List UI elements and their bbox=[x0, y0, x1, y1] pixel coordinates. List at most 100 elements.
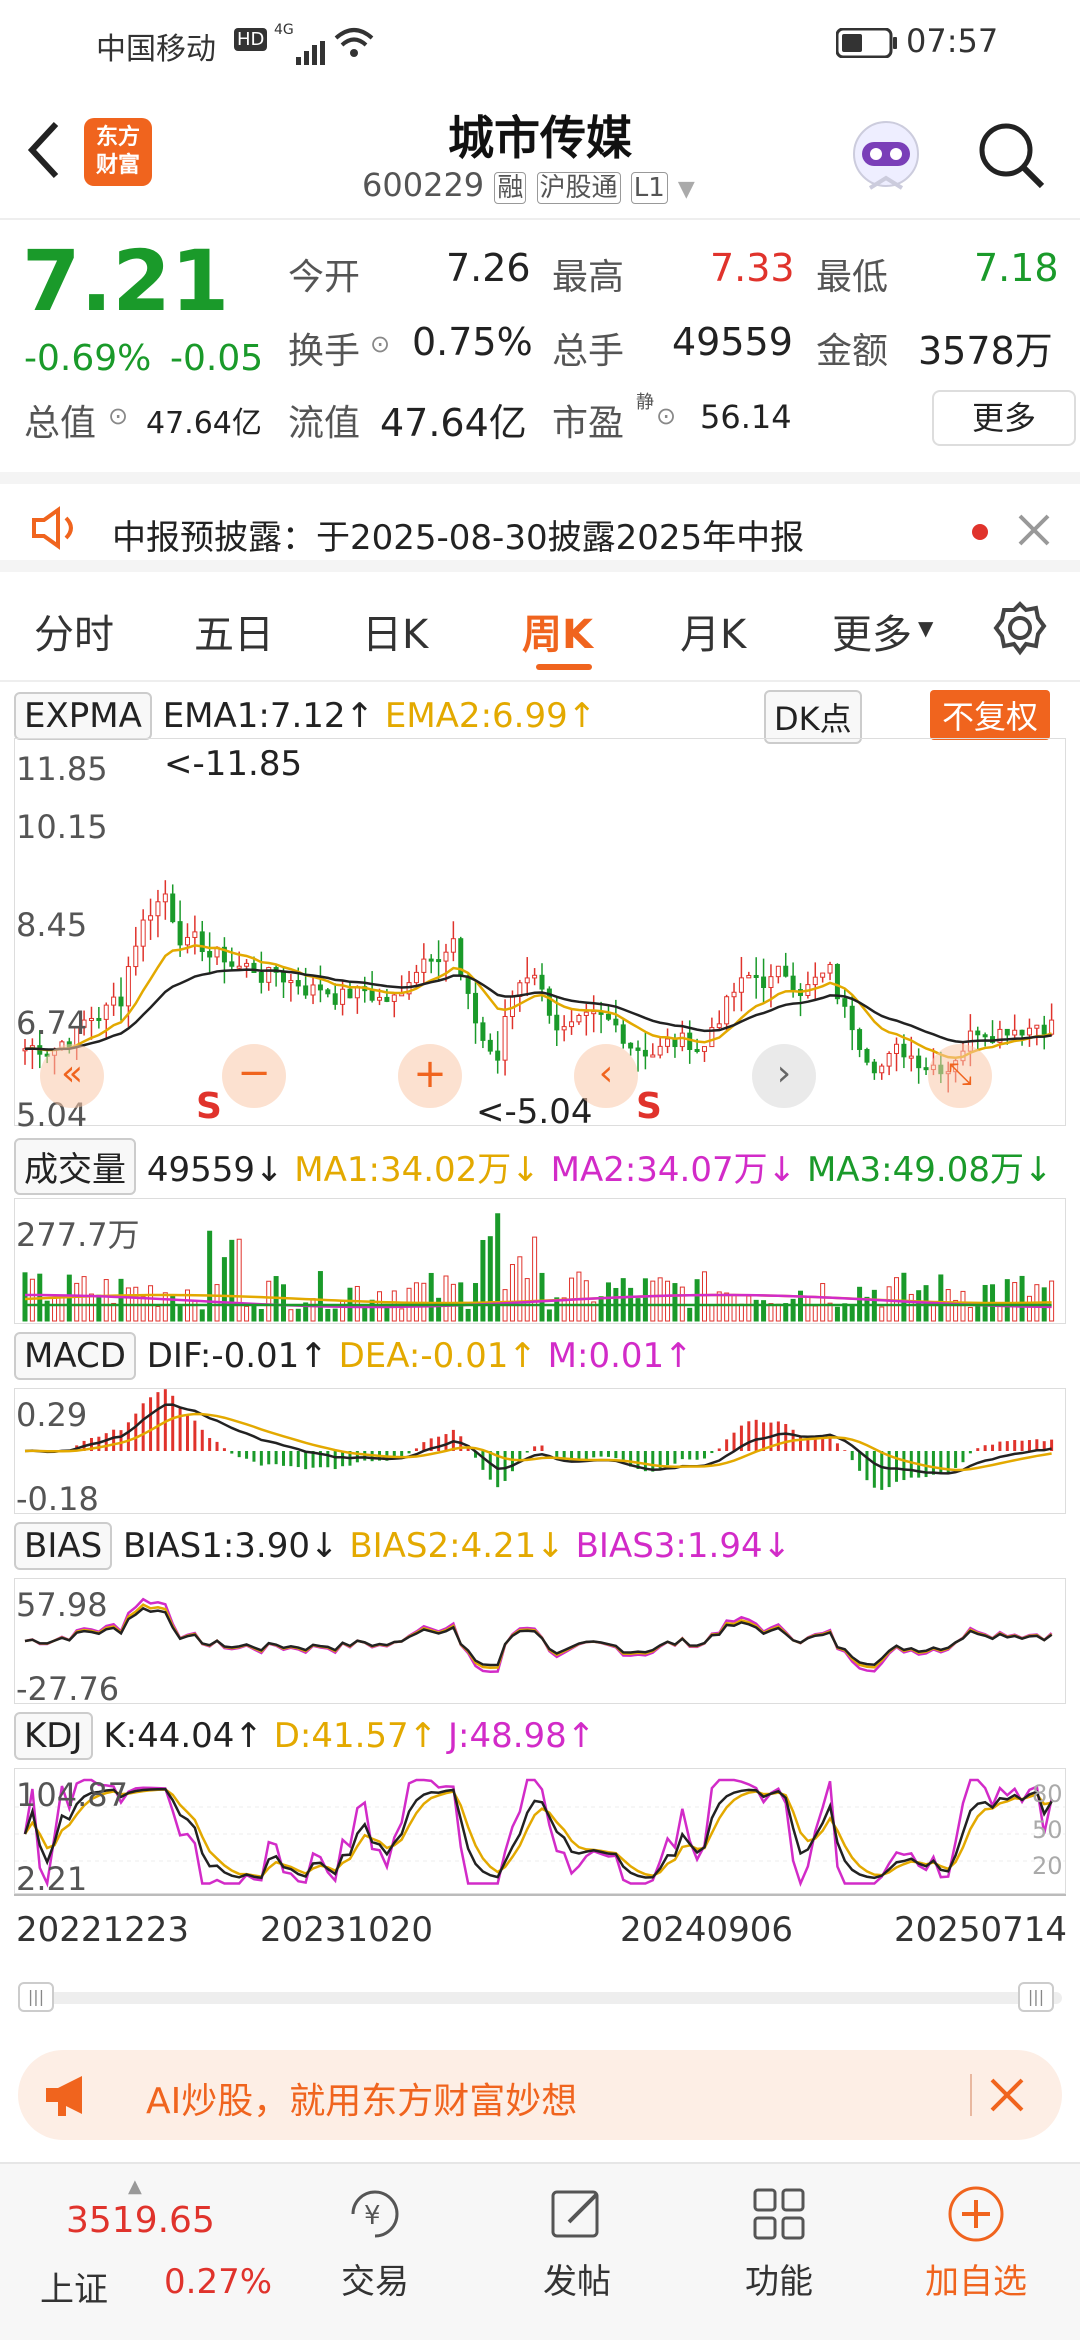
nav-func[interactable]: 功能 bbox=[734, 2184, 824, 2303]
kline-candle bbox=[480, 1022, 486, 1041]
min-label: <-5.04 bbox=[476, 1092, 593, 1132]
adjust-button[interactable]: 不复权 bbox=[930, 690, 1051, 740]
kline-candle bbox=[620, 1024, 626, 1044]
macd-y-top: 0.29 bbox=[16, 1396, 88, 1434]
kline-candle bbox=[177, 921, 183, 946]
ai-banner[interactable]: AI炒股，就用东方财富妙想 bbox=[18, 2050, 1062, 2140]
kline-candle bbox=[665, 1038, 671, 1047]
info-icon[interactable]: ⊙ bbox=[656, 402, 676, 430]
kline-candle bbox=[642, 1049, 648, 1057]
volume-bar bbox=[177, 1306, 183, 1322]
volume-value: 49559 bbox=[672, 320, 793, 364]
chevron-down-icon[interactable]: ▼ bbox=[918, 616, 933, 640]
macd-select[interactable]: MACD bbox=[14, 1332, 136, 1380]
kline-candle bbox=[155, 901, 161, 917]
volume-bar bbox=[1026, 1295, 1032, 1322]
kline-candle bbox=[738, 977, 744, 993]
volume-bar bbox=[140, 1296, 146, 1322]
margin-tag: 融 bbox=[494, 172, 527, 204]
zoom-in-icon[interactable]: + bbox=[398, 1044, 462, 1108]
bias-panel[interactable] bbox=[14, 1578, 1066, 1704]
ema1-value: EMA1:7.12↑ bbox=[162, 696, 375, 736]
kline-candle bbox=[827, 963, 833, 974]
kline-candle bbox=[443, 951, 449, 962]
volume-panel[interactable] bbox=[14, 1198, 1066, 1324]
notice-bar[interactable]: 中报预披露：于2025-08-30披露2025年中报 bbox=[0, 472, 1080, 572]
kline-candle bbox=[450, 938, 456, 953]
tab-monthly-k[interactable]: 月K bbox=[680, 602, 746, 660]
kline-candle bbox=[199, 931, 205, 953]
kline-candle bbox=[325, 989, 331, 995]
volume-bar bbox=[59, 1294, 65, 1322]
nav-post[interactable]: 发帖 bbox=[532, 2184, 622, 2303]
amount-value: 3578万 bbox=[918, 329, 1053, 373]
volume-bar bbox=[148, 1285, 154, 1322]
volume-bar bbox=[103, 1279, 109, 1322]
kline-candle bbox=[554, 1014, 560, 1031]
macd-dea: DEA:-0.01↑ bbox=[338, 1336, 537, 1376]
close-icon[interactable] bbox=[988, 2076, 1026, 2118]
robot-assistant-icon[interactable] bbox=[846, 118, 926, 202]
bias-select[interactable]: BIAS bbox=[14, 1522, 113, 1570]
index-value[interactable]: 3519.65 bbox=[66, 2200, 215, 2241]
tab-timeshare[interactable]: 分时 bbox=[34, 602, 114, 660]
ema2-line bbox=[24, 944, 1053, 1059]
volume-bar bbox=[724, 1292, 730, 1322]
kline-candle bbox=[857, 1029, 863, 1050]
kdj-select[interactable]: KDJ bbox=[14, 1712, 93, 1760]
nav-trade[interactable]: ¥ 交易 bbox=[330, 2184, 420, 2303]
volume-bar bbox=[487, 1236, 493, 1322]
indicator-select[interactable]: EXPMA bbox=[14, 692, 152, 740]
kline-candle bbox=[871, 1061, 877, 1074]
kline-candle bbox=[783, 965, 789, 977]
rewind-icon[interactable]: « bbox=[40, 1044, 104, 1108]
more-button[interactable]: 更多 bbox=[932, 390, 1076, 446]
gear-icon[interactable] bbox=[992, 600, 1048, 660]
float-value: 47.64亿 bbox=[380, 401, 527, 445]
info-icon[interactable]: ⊙ bbox=[370, 330, 390, 358]
stock-code: 600229 bbox=[362, 166, 485, 204]
kline-candle bbox=[428, 958, 434, 962]
volume-bar bbox=[539, 1272, 545, 1322]
volume-bar bbox=[251, 1304, 257, 1322]
volume-select[interactable]: 成交量 bbox=[14, 1138, 136, 1195]
volume-bar bbox=[687, 1307, 693, 1322]
tab-weekly-k[interactable]: 周K bbox=[522, 602, 593, 660]
close-icon[interactable] bbox=[1016, 512, 1052, 552]
dk-point-button[interactable]: DK点 bbox=[764, 690, 862, 744]
chart-area[interactable]: EXPMA EMA1:7.12↑ EMA2:6.99↑ DK点 不复权 11.8… bbox=[0, 682, 1080, 2012]
chevron-down-icon[interactable]: ▼ bbox=[678, 177, 695, 202]
vol-ma1: MA1:34.02万↓ bbox=[294, 1150, 540, 1190]
kline-candle bbox=[694, 1049, 700, 1053]
network-type: 4G bbox=[274, 22, 294, 38]
range-scrollbar[interactable] bbox=[18, 1992, 1062, 2004]
kline-candle bbox=[605, 1013, 611, 1020]
plus-circle-icon bbox=[948, 2186, 1004, 2242]
vol-y-top: 277.7万 bbox=[16, 1216, 140, 1254]
zoom-out-icon[interactable]: − bbox=[222, 1044, 286, 1108]
volume-bar bbox=[52, 1297, 58, 1322]
kline-candle bbox=[1012, 1029, 1018, 1036]
search-icon[interactable] bbox=[976, 120, 1048, 196]
tab-more[interactable]: 更多 bbox=[832, 602, 912, 660]
scroll-handle-left[interactable]: ||| bbox=[18, 1982, 54, 2012]
volume-label: 总手 bbox=[552, 331, 625, 372]
macd-indicator-row: MACD DIF:-0.01↑ DEA:-0.01↑ M:0.01↑ bbox=[14, 1332, 693, 1380]
chevron-up-icon[interactable]: ▲ bbox=[128, 2176, 142, 2197]
chevron-right-icon[interactable]: › bbox=[752, 1044, 816, 1108]
low-value: 7.18 bbox=[974, 246, 1059, 290]
macd-panel[interactable] bbox=[14, 1388, 1066, 1514]
chevron-left-icon[interactable]: ‹ bbox=[574, 1044, 638, 1108]
kdj-panel[interactable] bbox=[14, 1768, 1066, 1894]
kline-panel[interactable] bbox=[14, 738, 1066, 1126]
tab-five-day[interactable]: 五日 bbox=[194, 602, 274, 660]
scroll-handle-right[interactable]: ||| bbox=[1018, 1982, 1054, 2012]
nav-add-watchlist[interactable]: 加自选 bbox=[916, 2184, 1036, 2303]
volume-bar bbox=[694, 1279, 700, 1322]
index-name[interactable]: 上证 bbox=[40, 2262, 108, 2311]
info-icon[interactable]: ⊙ bbox=[108, 402, 128, 430]
volume-bar bbox=[517, 1256, 523, 1322]
tab-daily-k[interactable]: 日K bbox=[362, 602, 428, 660]
connect-tag: 沪股通 bbox=[536, 172, 621, 204]
fullscreen-icon[interactable]: ⤡ bbox=[928, 1044, 992, 1108]
